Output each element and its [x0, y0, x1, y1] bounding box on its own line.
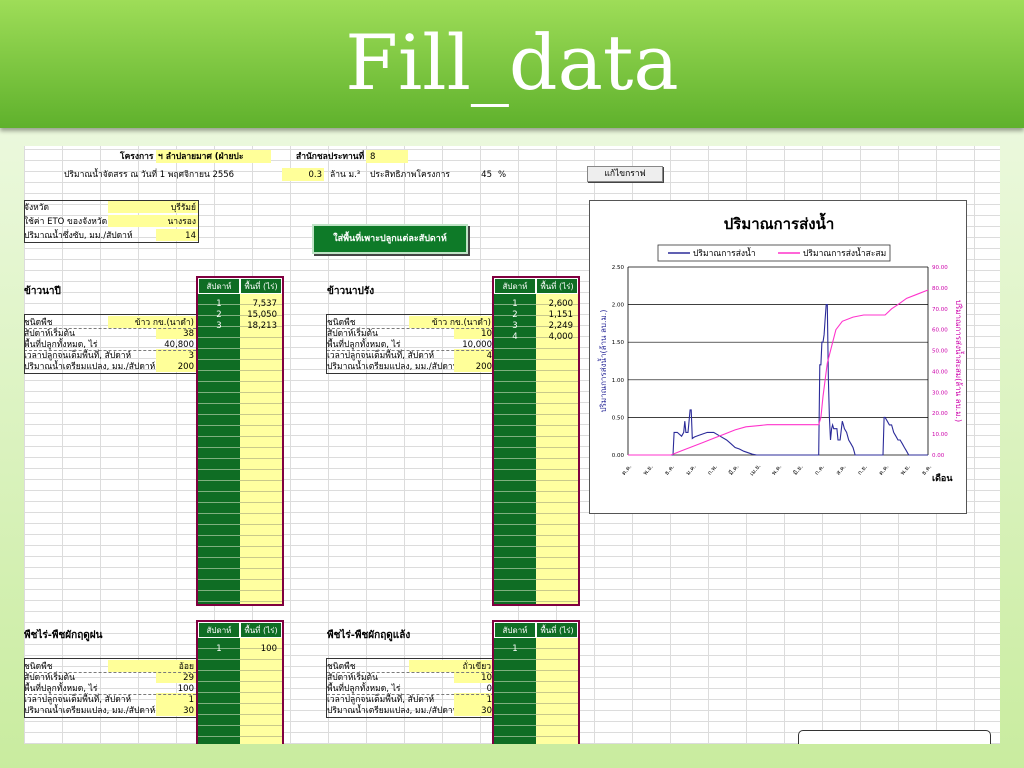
- x-tick-label: มี.ค.: [727, 463, 741, 477]
- project-value: ฯ ลำปลายมาศ (ฝ่ายปะ: [158, 152, 244, 162]
- y2-tick-label: 30.00: [932, 390, 948, 396]
- area-header: พื้นที่ (ไร่): [536, 622, 578, 638]
- x-tick-label: ธ.ค.: [663, 463, 676, 476]
- fill-area-button[interactable]: ใส่พื้นที่เพาะปลูกแต่ละสัปดาห์: [312, 224, 468, 254]
- y2-tick-label: 20.00: [932, 411, 948, 417]
- area-column[interactable]: [536, 638, 578, 744]
- y-tick-label: 2.00: [612, 303, 625, 309]
- edit-chart-button[interactable]: แก้ไขกราฟ: [587, 166, 663, 182]
- province-box: [24, 200, 199, 243]
- area-header: พื้นที่ (ไร่): [240, 278, 282, 294]
- water-alloc-label: ปริมาณน้ำจัดสรร ณ วันที่ 1 พฤศจิกายน 255…: [64, 170, 235, 180]
- floating-panel[interactable]: [798, 730, 991, 744]
- y-tick-label: 0.00: [612, 453, 625, 459]
- area-header: พื้นที่ (ไร่): [536, 278, 578, 294]
- chart-title: ปริมาณการส่งน้ำ: [724, 212, 835, 233]
- x-tick-label: เม.ย.: [748, 463, 762, 478]
- week-cell: 3: [216, 321, 222, 331]
- legend-label: ปริมาณการส่งน้ำสะสม: [803, 247, 886, 259]
- section-title: ข้าวนาปรัง: [327, 286, 375, 297]
- area-header: พื้นที่ (ไร่): [240, 622, 282, 638]
- y-tick-label: 1.50: [612, 340, 625, 346]
- week-column[interactable]: [198, 294, 240, 604]
- section-title: ข้าวนาปี: [24, 286, 61, 297]
- x-axis-label: เดือน: [932, 472, 953, 484]
- week-cell: 1: [512, 644, 518, 654]
- office-value: 8: [370, 152, 376, 162]
- area-cell: 4,000: [548, 332, 573, 342]
- y2-axis-label: ปริมาณการส่งน้ำสะสม(ล้าน ลบ.ม.): [954, 300, 965, 422]
- week-cell: 1: [512, 299, 518, 309]
- week-cell: 3: [512, 321, 518, 331]
- area-cell: 18,213: [247, 321, 277, 331]
- water-alloc-unit: ล้าน ม.³: [330, 170, 361, 180]
- series-line: [628, 289, 929, 456]
- chart-svg: ปริมาณการส่งน้ำปริมาณการส่งน้ำ ปริมาณการส…: [597, 212, 965, 484]
- y2-tick-label: 40.00: [932, 369, 948, 375]
- x-tick-label: ก.ค.: [813, 463, 826, 476]
- x-tick-label: ต.ค.: [878, 463, 891, 477]
- water-delivery-chart[interactable]: ปริมาณการส่งน้ำ ปริมาณการส่งน้ำ ปริมาณการส…: [589, 200, 967, 514]
- x-tick-label: มิ.ย.: [792, 463, 805, 476]
- x-tick-label: ก.ย.: [856, 464, 868, 477]
- week-header: สัปดาห์: [494, 278, 536, 294]
- spreadsheet[interactable]: โครงการ ฯ ลำปลายมาศ (ฝ่ายปะ สำนักชลประทา…: [24, 146, 1000, 744]
- area-cell: 1,151: [548, 310, 573, 320]
- y2-tick-label: 70.00: [932, 307, 948, 313]
- y-tick-label: 2.50: [612, 265, 625, 271]
- area-cell: 100: [260, 644, 277, 654]
- legend-label: ปริมาณการส่งน้ำ: [693, 247, 756, 259]
- x-tick-label: พ.ย.: [642, 463, 655, 476]
- x-tick-label: ส.ค.: [835, 463, 848, 476]
- section-title: พืชไร่-พืชผักฤดูฝน: [24, 630, 103, 641]
- week-header: สัปดาห์: [494, 622, 536, 638]
- y2-tick-label: 80.00: [932, 286, 948, 292]
- area-cell: 2,249: [548, 321, 573, 331]
- x-tick-label: ต.ค.: [620, 463, 633, 477]
- efficiency-label: ประสิทธิภาพโครงการ: [370, 170, 450, 180]
- params-box: [24, 658, 198, 718]
- y2-tick-label: 10.00: [932, 432, 948, 438]
- slide-title: Fill_data: [345, 18, 679, 107]
- week-cell: 1: [216, 299, 222, 309]
- y2-tick-label: 0.00: [932, 453, 945, 459]
- area-column[interactable]: [240, 294, 282, 604]
- efficiency-unit: %: [498, 170, 507, 180]
- week-header: สัปดาห์: [198, 622, 240, 638]
- week-cell: 1: [216, 644, 222, 654]
- area-cell: 7,537: [252, 299, 277, 309]
- x-tick-label: พ.ค.: [770, 463, 783, 477]
- efficiency-value: 45: [481, 170, 492, 180]
- params-box: [326, 658, 496, 718]
- week-cell: 4: [512, 332, 518, 342]
- section-title: พืชไร่-พืชผักฤดูแล้ง: [327, 630, 411, 641]
- x-tick-label: พ.ย.: [899, 463, 912, 476]
- week-cell: 2: [512, 310, 518, 320]
- y2-tick-label: 90.00: [932, 265, 948, 271]
- office-label: สำนักชลประทานที่: [296, 152, 365, 162]
- y-axis-label: ปริมาณการส่งน้ำ(ล้าน ลบ.ม.): [597, 310, 608, 413]
- water-alloc-value: 0.3: [308, 170, 322, 180]
- y-tick-label: 0.50: [612, 415, 625, 421]
- week-header: สัปดาห์: [198, 278, 240, 294]
- y-tick-label: 1.00: [612, 378, 625, 384]
- params-box: [326, 314, 496, 374]
- params-box: [24, 314, 198, 374]
- area-cell: 2,600: [548, 299, 573, 309]
- project-label: โครงการ: [120, 152, 154, 162]
- area-cell: 15,050: [247, 310, 277, 320]
- y2-tick-label: 60.00: [932, 328, 948, 334]
- y2-tick-label: 50.00: [932, 349, 948, 355]
- x-tick-label: ม.ค.: [685, 463, 698, 477]
- x-tick-label: ก.พ.: [706, 463, 719, 476]
- week-cell: 2: [216, 310, 222, 320]
